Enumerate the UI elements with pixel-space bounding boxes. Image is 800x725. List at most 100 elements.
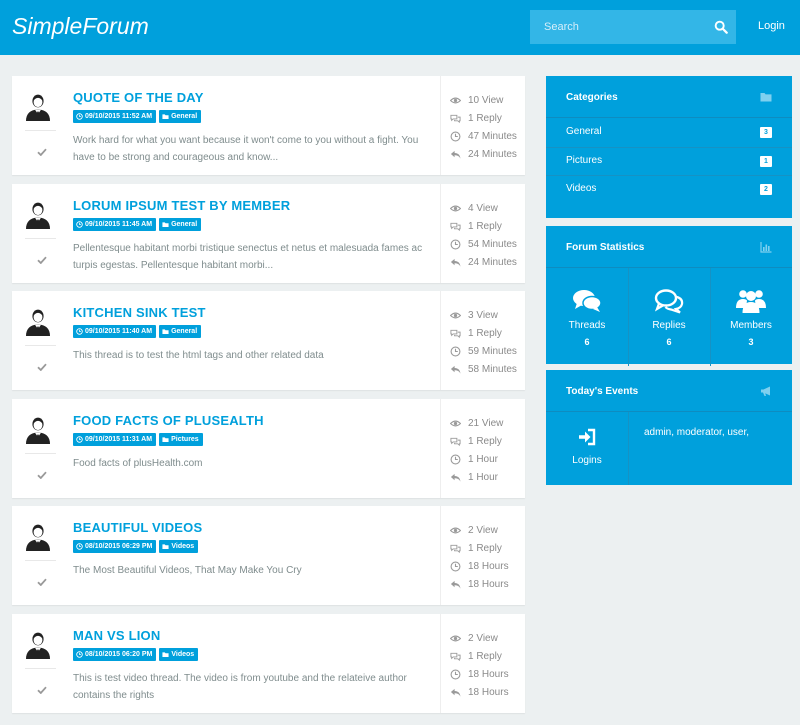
thread-stats: 2 View 1 Reply 18 Hours 18 Hours [450,629,509,701]
eye-icon [450,527,461,533]
thread-badges: 09/10/2015 11:45 AM General [73,218,202,231]
time-stat: 18 Hours [450,557,509,575]
folder-icon [162,114,169,119]
thread-stats: 3 View 1 Reply 59 Minutes 58 Minutes [450,306,517,378]
thread-badges: 08/10/2015 06:20 PM Videos [73,648,199,661]
category-badge[interactable]: Videos [159,648,199,661]
views-stat: 10 View [450,91,517,109]
thread-card: BEAUTIFUL VIDEOS 08/10/2015 06:29 PM Vid… [12,506,525,605]
category-count: 1 [760,156,772,167]
thread-title[interactable]: MAN VS LION [73,628,160,643]
date-badge: 09/10/2015 11:52 AM [73,110,157,123]
last-reply-stat: 18 Hours [450,683,509,701]
thread-category: Videos [171,543,195,550]
members-count: 3 [748,337,754,347]
thread-category: General [171,113,198,120]
reply-icon [450,580,461,589]
category-badge[interactable]: General [159,325,202,338]
forum-statistics-panel: Forum Statistics Threads 6 Replies 6 Mem… [546,226,792,366]
thread-age: 59 Minutes [468,345,517,357]
eye-icon [450,205,461,211]
thread-excerpt: Food facts of plusHealth.com [73,458,203,469]
brand-bold-text: Forum [82,13,149,39]
category-badge[interactable]: General [159,218,202,231]
category-label: General [566,126,602,137]
avatar-divider [25,668,56,669]
clock-icon [450,669,461,679]
last-reply-stat: 24 Minutes [450,253,517,271]
user-avatar-icon [26,417,50,444]
check-icon [37,686,47,694]
comments-icon [450,329,461,338]
category-item-general[interactable]: General 3 [546,119,792,147]
thread-category: Videos [171,651,195,658]
replies-count: 1 Reply [468,650,502,662]
eye-icon [450,420,461,426]
top-navbar: SimpleForum Login [0,0,800,55]
search-input[interactable] [530,10,710,44]
search-icon[interactable] [714,20,728,34]
folder-icon [760,93,772,102]
thread-card: FOOD FACTS OF PLUSEALTH 09/10/2015 11:31… [12,399,525,498]
stats-divider [440,184,441,283]
views-count: 21 View [468,417,504,429]
avatar-divider [25,560,56,561]
thread-title[interactable]: LORUM IPSUM TEST BY MEMBER [73,198,290,213]
category-count: 2 [760,184,772,195]
avatar-divider [25,453,56,454]
thread-excerpt: This thread is to test the html tags and… [73,350,324,361]
category-badge[interactable]: Pictures [159,433,203,446]
thread-title[interactable]: KITCHEN SINK TEST [73,305,206,320]
last-reply-stat: 18 Hours [450,575,509,593]
comments-outline-icon [654,289,684,314]
views-count: 3 View [468,309,498,321]
date-badge: 08/10/2015 06:20 PM [73,648,157,661]
avatar-divider [25,130,56,131]
last-reply-stat: 58 Minutes [450,360,517,378]
search-box [530,10,736,44]
folder-icon [162,329,169,334]
thread-title[interactable]: QUOTE OF THE DAY [73,90,204,105]
thread-age: 18 Hours [468,560,509,572]
category-label: Pictures [566,155,603,166]
forum-statistics-title: Forum Statistics [566,242,645,253]
thread-excerpt: Pellentesque habitant morbi tristique se… [73,243,423,271]
stats-divider [440,76,441,175]
replies-stat: 1 Reply [450,109,517,127]
thread-age: 54 Minutes [468,238,517,250]
date-badge: 08/10/2015 06:29 PM [73,540,157,553]
category-item-videos[interactable]: Videos 2 [546,175,792,203]
thread-date: 09/10/2015 11:31 AM [85,436,153,443]
eye-icon [450,97,461,103]
thread-date: 08/10/2015 06:29 PM [85,543,153,550]
thread-badges: 09/10/2015 11:52 AM General [73,110,202,123]
members-stat: Members 3 [710,268,792,366]
category-item-pictures[interactable]: Pictures 1 [546,147,792,175]
brand-logo[interactable]: SimpleForum [12,13,149,40]
login-link[interactable]: Login [758,20,785,32]
threads-stat: Threads 6 [546,268,628,366]
thread-badges: 08/10/2015 06:29 PM Videos [73,540,199,553]
check-icon [37,578,47,586]
folder-icon [162,544,169,549]
category-badge[interactable]: Videos [159,540,199,553]
replies-count: 1 Reply [468,220,502,232]
clock-icon [450,346,461,356]
replies-stat: 1 Reply [450,647,509,665]
logins-label: Logins [572,455,602,466]
category-badge[interactable]: General [159,110,202,123]
thread-category: Pictures [171,436,199,443]
views-count: 2 View [468,632,498,644]
views-count: 10 View [468,94,504,106]
categories-panel: Categories General 3 Pictures 1 Videos 2 [546,76,792,218]
last-reply-time: 18 Hours [468,686,509,698]
comments-icon [450,437,461,446]
thread-title[interactable]: FOOD FACTS OF PLUSEALTH [73,413,264,428]
last-reply-time: 24 Minutes [468,148,517,160]
category-count: 3 [760,127,772,138]
thread-title[interactable]: BEAUTIFUL VIDEOS [73,520,202,535]
comments-icon [450,222,461,231]
forum-statistics-header: Forum Statistics [546,226,792,268]
thread-stats: 2 View 1 Reply 18 Hours 18 Hours [450,521,509,593]
check-icon [37,363,47,371]
